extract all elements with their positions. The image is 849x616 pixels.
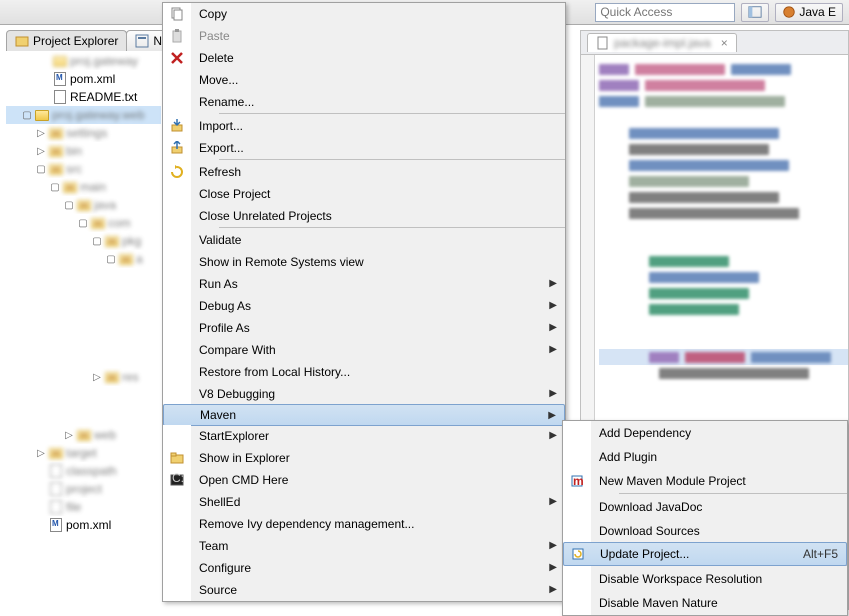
menu-item-close-project[interactable]: Close Project bbox=[163, 183, 565, 205]
tree-item[interactable]: ▷target bbox=[6, 444, 161, 462]
menu-item-debug-as[interactable]: Debug As▶ bbox=[163, 295, 565, 317]
view-tabs: Project Explorer Na bbox=[6, 30, 177, 51]
tree-item[interactable]: ▷web bbox=[6, 426, 161, 444]
menu-item-rename[interactable]: Rename... bbox=[163, 91, 565, 113]
tree-item[interactable]: project bbox=[6, 480, 161, 498]
navigator-icon bbox=[135, 34, 149, 48]
submenu-item-download-sources[interactable]: Download Sources bbox=[563, 519, 847, 543]
tree-item[interactable]: ▷bin bbox=[6, 142, 161, 160]
menu-item-source[interactable]: Source▶ bbox=[163, 579, 565, 601]
tree-item[interactable]: ▢pkg bbox=[6, 232, 161, 250]
submenu-arrow-icon: ▶ bbox=[549, 584, 557, 595]
submenu-arrow-icon: ▶ bbox=[549, 344, 557, 355]
submenu-arrow-icon: ▶ bbox=[548, 410, 556, 421]
menu-item-remove-ivy[interactable]: Remove Ivy dependency management... bbox=[163, 513, 565, 535]
menu-item-run-as[interactable]: Run As▶ bbox=[163, 273, 565, 295]
java-perspective-label: Java E bbox=[799, 5, 836, 19]
submenu-arrow-icon: ▶ bbox=[549, 496, 557, 507]
navigator-tree[interactable]: proj.gateway pom.xml README.txt ▢proj.ga… bbox=[6, 52, 161, 534]
menu-item-refresh[interactable]: Refresh bbox=[163, 161, 565, 183]
tree-item[interactable]: ▷res bbox=[6, 368, 161, 386]
menu-item-paste: Paste bbox=[163, 25, 565, 47]
menu-item-restore-history[interactable]: Restore from Local History... bbox=[163, 361, 565, 383]
tree-item[interactable]: ▢main bbox=[6, 178, 161, 196]
menu-item-delete[interactable]: Delete bbox=[163, 47, 565, 69]
submenu-item-disable-maven[interactable]: Disable Maven Nature bbox=[563, 591, 847, 615]
perspective-icon bbox=[748, 5, 762, 19]
tree-item[interactable]: file bbox=[6, 498, 161, 516]
menu-item-maven[interactable]: Maven▶ bbox=[163, 404, 565, 426]
menu-item-shelled[interactable]: ShellEd▶ bbox=[163, 491, 565, 513]
submenu-item-download-javadoc[interactable]: Download JavaDoc bbox=[563, 495, 847, 519]
submenu-arrow-icon: ▶ bbox=[549, 322, 557, 333]
tree-item-readme[interactable]: README.txt bbox=[6, 88, 161, 106]
submenu-item-new-maven-module[interactable]: mNew Maven Module Project bbox=[563, 469, 847, 493]
update-project-icon bbox=[571, 547, 585, 561]
project-explorer-icon bbox=[15, 34, 29, 48]
tree-item[interactable]: ▢com bbox=[6, 214, 161, 232]
export-icon bbox=[170, 141, 184, 155]
tree-item-pom[interactable]: pom.xml bbox=[6, 516, 161, 534]
submenu-item-add-plugin[interactable]: Add Plugin bbox=[563, 445, 847, 469]
submenu-item-update-project[interactable]: Update Project...Alt+F5 bbox=[563, 542, 847, 566]
svg-text:m: m bbox=[573, 474, 584, 488]
java-perspective-button[interactable]: Java E bbox=[775, 3, 843, 22]
shortcut-label: Alt+F5 bbox=[803, 547, 838, 561]
submenu-arrow-icon: ▶ bbox=[549, 430, 557, 441]
tree-item[interactable]: ▷settings bbox=[6, 124, 161, 142]
menu-item-import[interactable]: Import... bbox=[163, 115, 565, 137]
terminal-icon: C:\ bbox=[170, 473, 184, 487]
menu-item-remote-systems[interactable]: Show in Remote Systems view bbox=[163, 251, 565, 273]
submenu-item-disable-workspace[interactable]: Disable Workspace Resolution bbox=[563, 567, 847, 591]
menu-item-move[interactable]: Move... bbox=[163, 69, 565, 91]
submenu-item-add-dependency[interactable]: Add Dependency bbox=[563, 421, 847, 445]
tree-item[interactable]: ▢src bbox=[6, 160, 161, 178]
tree-item[interactable]: ▢java bbox=[6, 196, 161, 214]
menu-item-copy[interactable]: Copy bbox=[163, 3, 565, 25]
menu-item-open-cmd[interactable]: C:\Open CMD Here bbox=[163, 469, 565, 491]
copy-icon bbox=[170, 7, 184, 21]
svg-text:C:\: C:\ bbox=[172, 473, 184, 485]
tree-item[interactable]: ▢proj.gateway.web bbox=[6, 106, 161, 124]
submenu-arrow-icon: ▶ bbox=[549, 388, 557, 399]
menu-item-start-explorer[interactable]: StartExplorer▶ bbox=[163, 425, 565, 447]
menu-item-close-unrelated[interactable]: Close Unrelated Projects bbox=[163, 205, 565, 227]
menu-item-export[interactable]: Export... bbox=[163, 137, 565, 159]
menu-item-validate[interactable]: Validate bbox=[163, 229, 565, 251]
import-icon bbox=[170, 119, 184, 133]
editor-body[interactable] bbox=[581, 55, 848, 381]
menu-item-profile-as[interactable]: Profile As▶ bbox=[163, 317, 565, 339]
menu-item-v8-debugging[interactable]: V8 Debugging▶ bbox=[163, 383, 565, 405]
project-explorer-label: Project Explorer bbox=[33, 34, 118, 48]
submenu-arrow-icon: ▶ bbox=[549, 562, 557, 573]
menu-item-team[interactable]: Team▶ bbox=[163, 535, 565, 557]
tree-item-pom[interactable]: pom.xml bbox=[6, 70, 161, 88]
project-explorer-tab[interactable]: Project Explorer bbox=[6, 30, 127, 51]
editor-tab-label: package-impl.java bbox=[614, 36, 711, 50]
menu-item-configure[interactable]: Configure▶ bbox=[163, 557, 565, 579]
paste-icon bbox=[170, 29, 184, 43]
context-menu: Copy Paste Delete Move... Rename... Impo… bbox=[162, 2, 566, 602]
menu-item-show-in-explorer[interactable]: Show in Explorer bbox=[163, 447, 565, 469]
java-icon bbox=[782, 5, 796, 19]
editor-tab-bar: package-impl.java × bbox=[581, 31, 848, 55]
tree-item[interactable]: ▢a bbox=[6, 250, 161, 268]
submenu-arrow-icon: ▶ bbox=[549, 300, 557, 311]
tree-item[interactable]: proj.gateway bbox=[6, 52, 161, 70]
maven-module-icon: m bbox=[570, 474, 584, 488]
file-icon bbox=[596, 36, 610, 50]
menu-item-compare-with[interactable]: Compare With▶ bbox=[163, 339, 565, 361]
folder-icon bbox=[170, 451, 184, 465]
refresh-icon bbox=[170, 165, 184, 179]
submenu-arrow-icon: ▶ bbox=[549, 540, 557, 551]
editor-tab[interactable]: package-impl.java × bbox=[587, 33, 737, 52]
tree-item[interactable]: classpath bbox=[6, 462, 161, 480]
quick-access-input[interactable] bbox=[595, 3, 735, 22]
submenu-arrow-icon: ▶ bbox=[549, 278, 557, 289]
maven-submenu: Add Dependency Add Plugin mNew Maven Mod… bbox=[562, 420, 848, 616]
close-icon[interactable]: × bbox=[721, 36, 728, 50]
open-perspective-button[interactable] bbox=[741, 3, 769, 22]
delete-icon bbox=[170, 51, 184, 65]
